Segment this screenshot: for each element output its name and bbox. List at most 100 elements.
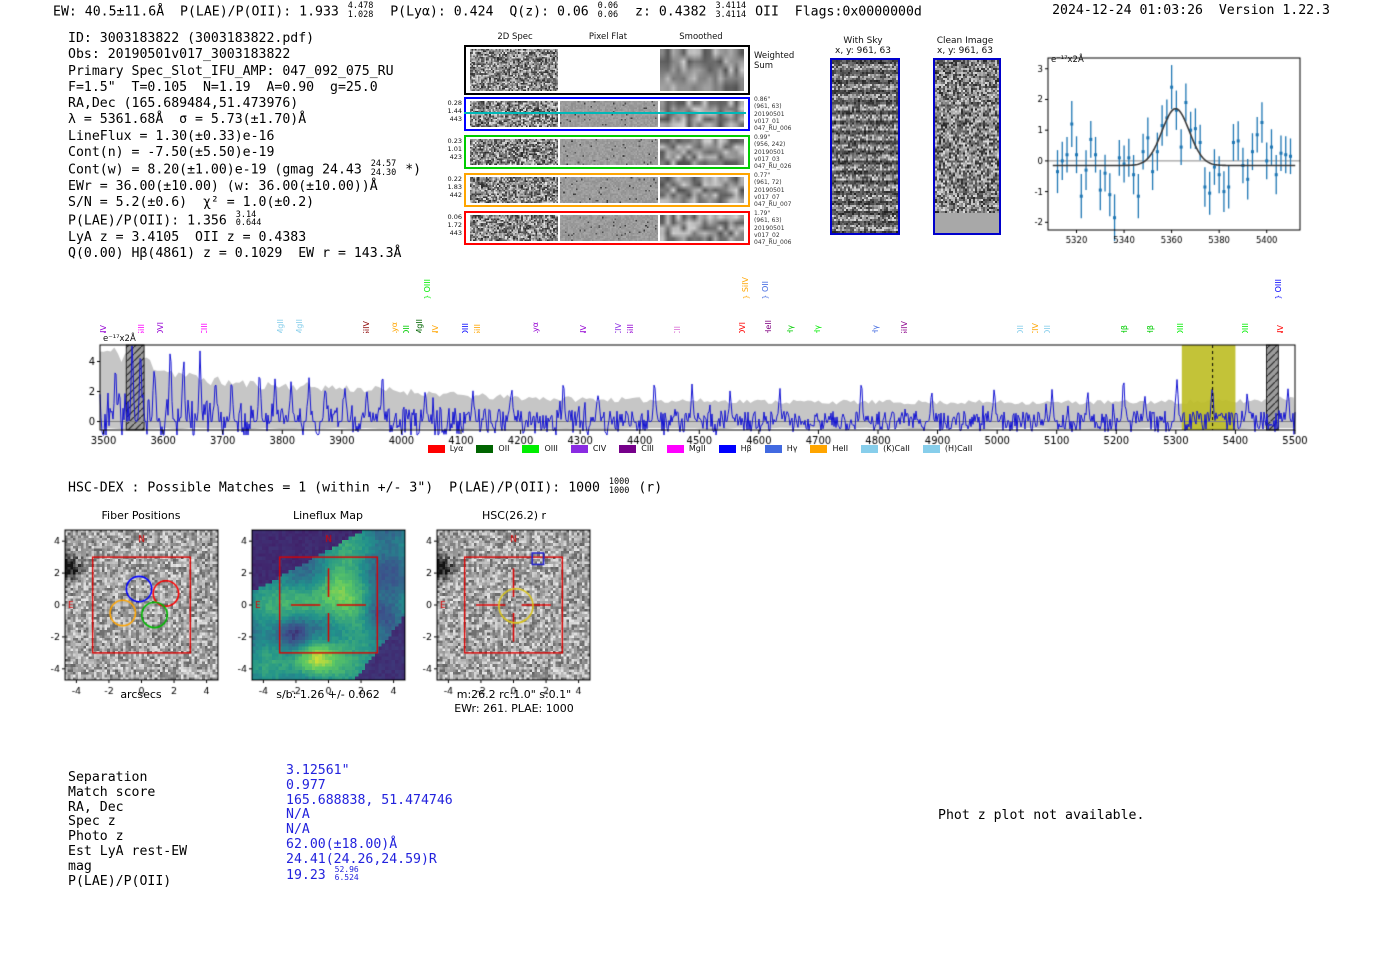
noise-image <box>470 49 558 91</box>
hsc-caption-1: m:26.2 rc:1.0" s:0.1" <box>456 688 572 701</box>
line-fit-plot <box>1030 48 1315 248</box>
noise-image <box>935 60 999 233</box>
detection-info-block: ID: 3003183822 (3003183822.pdf) Obs: 2019… <box>68 31 421 262</box>
info-line: Primary Spec_Slot_IFU_AMP: 047_092_075_R… <box>68 63 394 79</box>
match-row: P(LAE)/P(OII) 19.23 52.96 6.524 <box>68 865 453 889</box>
fiber-row-annotation: 1.79" (961, 63) 20190501 v017_02 047_RU_… <box>754 210 792 247</box>
emission-line-marker-label: OII <box>760 280 770 292</box>
match-label: RA, Dec <box>68 799 124 815</box>
legend-item: CIII <box>619 444 654 453</box>
elixer-report-page: EW: 40.5±11.6Å P(LAE)/P(OII): 1.933 4.47… <box>0 0 1400 953</box>
fiber-row-stats: 0.06 1.72 443 <box>447 213 462 238</box>
legend-item: (K)CaII <box>861 444 910 453</box>
weighted-sum-label: Weighted Sum <box>754 51 795 71</box>
emission-line-marker: SiIV { <box>741 277 751 300</box>
lineflux-caption: s/b: 1.26 +/- 0.062 <box>276 688 380 701</box>
match-row: RA, Dec 165.688838, 51.474746 <box>68 793 453 815</box>
fiber-xlabel: arcsecs <box>120 688 162 701</box>
emission-line-marker: OII { <box>760 281 770 300</box>
stacked-uncertainty: 52.96 6.524 <box>334 864 359 882</box>
emission-line-marker-label: OIII <box>422 278 432 292</box>
noise-image <box>660 177 744 203</box>
fiber-positions-plot <box>38 523 243 698</box>
match-label: Separation <box>68 770 148 785</box>
fiber-row-stats: 0.23 1.01 423 <box>447 137 462 162</box>
info-line: Cont(n) = -7.50(±5.50)e-19 <box>68 145 275 161</box>
legend-label: (K)CaII <box>883 444 910 453</box>
info-line: ID: 3003183822 (3003183822.pdf) <box>68 31 315 46</box>
match-value: 19.23 52.96 6.524 <box>286 864 359 883</box>
legend-swatch <box>522 444 540 453</box>
col-title-smoothed: Smoothed <box>679 32 723 42</box>
noise-image <box>470 139 558 165</box>
noise-image <box>560 101 658 127</box>
spec2d-panel: 2D Spec Pixel Flat Smoothed Weighted Sum… <box>440 30 815 255</box>
fiber-row-stats: 0.22 1.83 442 <box>447 175 462 200</box>
legend-swatch <box>718 444 736 453</box>
legend-item: HeII <box>810 444 848 453</box>
legend-item: (H)CaII <box>922 444 972 453</box>
with-sky-coords: x, y: 961, 63 <box>835 46 891 56</box>
spectrum-legend: Lyα OII OIII CIV CIII MgII Hβ Hγ HeII (K)CaII (H)C… <box>85 444 1315 453</box>
match-value: N/A <box>286 807 310 823</box>
emission-line-marker: OIII { <box>1273 279 1283 300</box>
legend-label: CIII <box>641 444 654 453</box>
stacked-uncertainty: 0.06 0.06 <box>597 1 619 20</box>
legend-item: Hγ <box>764 444 797 453</box>
legend-item: Hβ <box>718 444 752 453</box>
legend-item: OII <box>476 444 509 453</box>
match-label: Est LyA rest-EW <box>68 843 188 859</box>
emission-line-marker-label: OIII <box>1273 278 1283 292</box>
legend-swatch <box>427 444 445 453</box>
match-label: P(LAE)/P(OII) <box>68 873 172 889</box>
match-label: mag <box>68 858 92 874</box>
noise-image <box>832 60 898 233</box>
legend-item: CIV <box>570 444 607 453</box>
noise-image <box>660 101 744 127</box>
match-row: mag 24.41(24.26,24.59)R <box>68 852 453 874</box>
cutout-overlay <box>38 523 243 698</box>
photz-note: Phot z plot not available. <box>938 808 1145 823</box>
legend-label: Hβ <box>740 444 752 453</box>
legend-swatch <box>570 444 588 453</box>
match-value: N/A <box>286 822 310 838</box>
emission-line-markers: NV{SiII{OVI{CIII{MgII{MgII{SiIV{Lyα{OII{… <box>85 250 1315 344</box>
noise-image <box>660 49 744 91</box>
fiber-cutout-row <box>464 97 750 131</box>
emission-line-marker-brace: { <box>1274 294 1283 300</box>
clean-image-coords: x, y: 961, 63 <box>937 46 993 56</box>
with-sky-title: With Sky <box>843 36 883 46</box>
lineflux-map-title: Lineflux Map <box>292 509 364 522</box>
fiber-cutout-row <box>464 135 750 169</box>
legend-swatch <box>476 444 494 453</box>
legend-label: OIII <box>544 444 558 453</box>
legend-label: MgII <box>688 444 706 453</box>
legend-swatch <box>861 444 879 453</box>
col-title-pixel-flat: Pixel Flat <box>588 32 628 42</box>
fiber-row-annotation: 0.77" (961, 72) 20190501 v017_07 047_RU_… <box>754 172 792 209</box>
full-spectrum-plot <box>85 333 1315 451</box>
fiber-cutout-row <box>464 211 750 245</box>
noise-image <box>470 215 558 241</box>
noise-image <box>660 139 744 165</box>
legend-label: CIV <box>592 444 607 453</box>
stacked-uncertainty: 1000 1000 <box>608 477 630 496</box>
legend-label: OII <box>498 444 510 453</box>
hsc-cutout-plot <box>410 523 615 698</box>
legend-item: Lyα <box>427 444 464 453</box>
hsc-dex-summary: HSC-DEX : Possible Matches = 1 (within +… <box>68 477 663 496</box>
legend-swatch <box>810 444 828 453</box>
match-label: Photo z <box>68 829 124 845</box>
info-line: Cont(w) = 8.20(±1.00)e-19 (gmag 24.43 24… <box>68 159 422 178</box>
info-line: F=1.5" T=0.105 N=1.19 A=0.90 g=25.0 <box>68 79 378 95</box>
match-row: Separation 3.12561" <box>68 763 453 785</box>
legend-swatch <box>922 444 940 453</box>
match-table: Separation 3.12561" Match score 0.977 RA, De… <box>68 763 453 889</box>
emission-line-marker-brace: { <box>423 294 432 300</box>
match-value: 0.977 <box>286 777 326 793</box>
legend-label: Lyα <box>449 444 464 453</box>
info-line: λ = 5361.68Å σ = 5.73(±1.70)Å <box>68 112 307 128</box>
match-value: 3.12561" <box>286 763 350 778</box>
info-line: Obs: 20190501v017_3003183822 <box>68 47 291 63</box>
linefit-units-label: e⁻¹⁷x2Å <box>1051 55 1084 65</box>
